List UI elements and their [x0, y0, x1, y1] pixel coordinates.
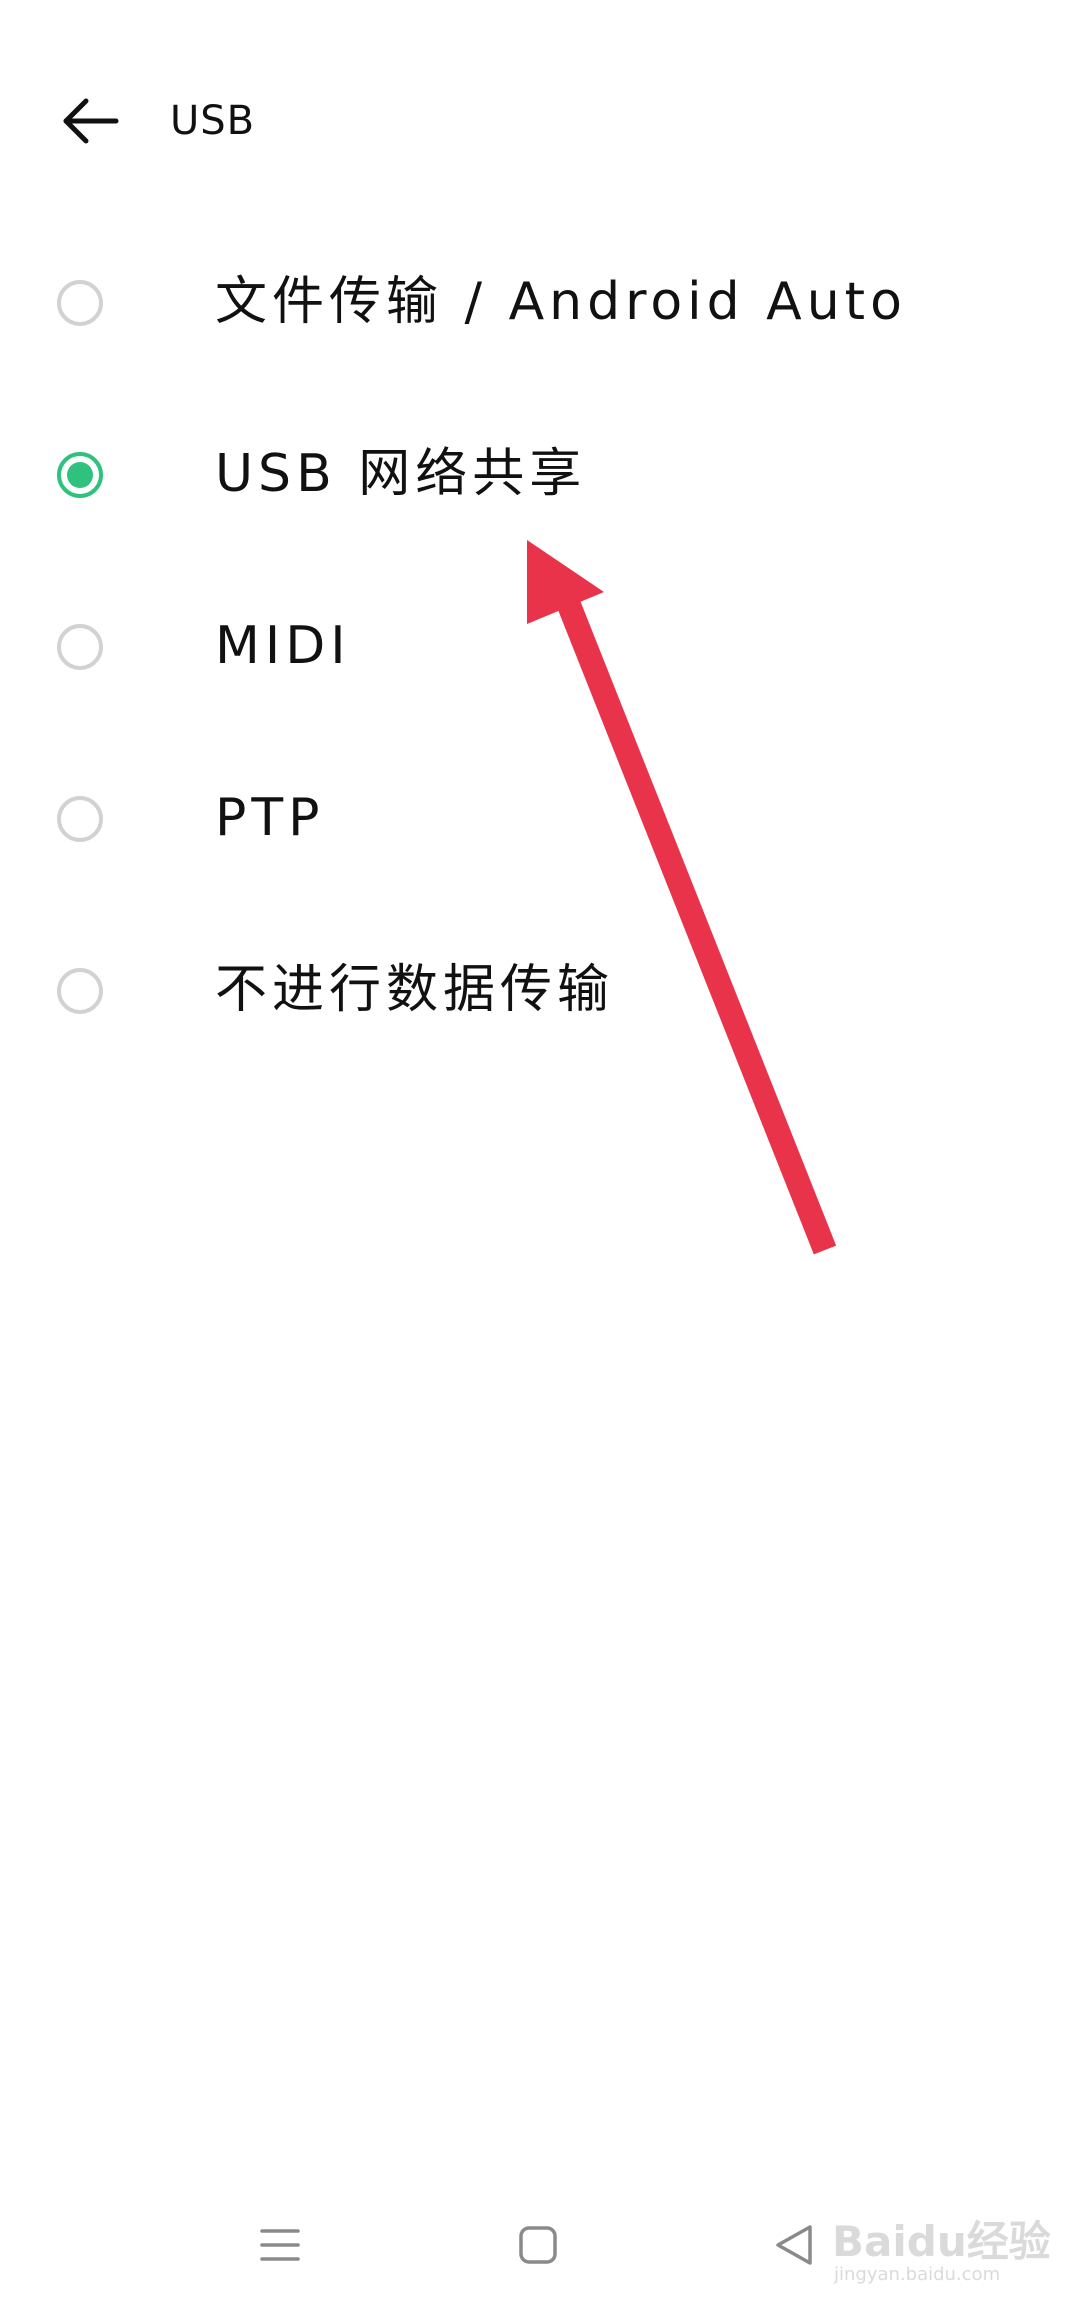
- menu-icon: [260, 2229, 300, 2261]
- watermark-subtext: jingyan.baidu.com: [834, 2264, 1001, 2285]
- option-no-data-transfer[interactable]: 不进行数据传输: [0, 908, 1077, 1080]
- back-button[interactable]: [50, 90, 130, 152]
- recent-apps-button[interactable]: [240, 2205, 320, 2285]
- radio-button[interactable]: [57, 624, 103, 670]
- usb-mode-list: 文件传输 / Android Auto USB 网络共享 MIDI PTP 不进…: [0, 220, 1077, 1080]
- option-file-transfer[interactable]: 文件传输 / Android Auto: [0, 220, 1077, 392]
- page-title: USB: [170, 98, 256, 144]
- option-label: PTP: [215, 788, 325, 848]
- option-midi[interactable]: MIDI: [0, 564, 1077, 736]
- option-label: 不进行数据传输: [215, 960, 615, 1020]
- app-bar: USB: [0, 60, 1077, 180]
- radio-button[interactable]: [57, 968, 103, 1014]
- option-label: MIDI: [215, 616, 351, 676]
- radio-button[interactable]: [57, 280, 103, 326]
- option-label: USB 网络共享: [215, 444, 587, 504]
- watermark: Baidu经验 jingyan.baidu.com: [820, 2190, 1051, 2290]
- radio-button[interactable]: [57, 796, 103, 842]
- option-usb-tethering[interactable]: USB 网络共享: [0, 392, 1077, 564]
- home-button[interactable]: [498, 2205, 578, 2285]
- option-label: 文件传输 / Android Auto: [215, 272, 907, 332]
- arrow-left-icon: [63, 98, 119, 144]
- radio-button-selected[interactable]: [57, 452, 103, 498]
- option-ptp[interactable]: PTP: [0, 736, 1077, 908]
- home-square-icon: [519, 2226, 557, 2264]
- watermark-text: Baidu经验: [832, 2217, 1051, 2266]
